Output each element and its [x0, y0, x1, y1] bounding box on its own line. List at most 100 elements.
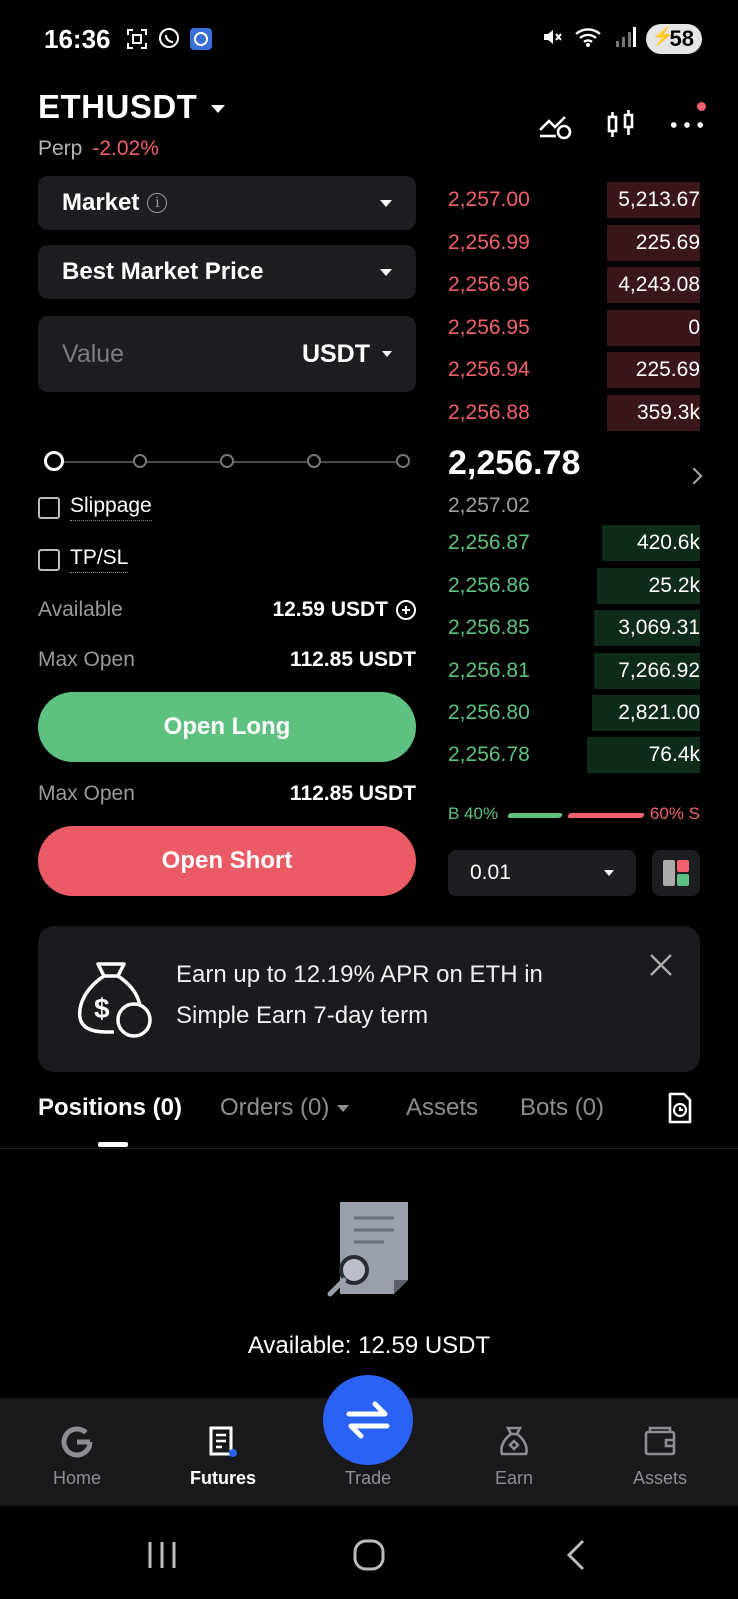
buy-ratio: B 40%	[448, 804, 499, 823]
slider-handle[interactable]	[44, 451, 64, 471]
system-navigation-bar	[0, 1506, 738, 1599]
back-icon[interactable]	[566, 1538, 586, 1577]
close-icon[interactable]	[648, 952, 674, 978]
tab-bots[interactable]: Bots (0)	[520, 1094, 604, 1122]
promo-line-1: Earn up to 12.19% APR on ETH in	[176, 961, 543, 988]
nav-earn-label: Earn	[494, 1468, 534, 1488]
slider-step-75[interactable]	[307, 454, 321, 468]
futures-icon	[168, 1422, 278, 1462]
chevron-down-icon	[211, 105, 226, 113]
tab-orders[interactable]: Orders (0)	[220, 1094, 350, 1122]
tab-positions[interactable]: Positions (0)	[38, 1094, 182, 1122]
tab-assets[interactable]: Assets	[406, 1094, 478, 1122]
bid-row[interactable]: 2,256.85 3,069.31	[448, 610, 700, 646]
bid-row[interactable]: 2,256.78 76.4k	[448, 737, 700, 773]
ask-row[interactable]: 2,256.94 225.69	[448, 352, 700, 388]
price-alert-icon[interactable]	[538, 108, 572, 142]
screenshot-icon	[124, 26, 150, 52]
ask-price: 2,256.96	[448, 273, 530, 296]
mute-icon	[540, 25, 564, 54]
slider-step-25[interactable]	[133, 454, 147, 468]
nav-home[interactable]: Home	[22, 1422, 132, 1489]
status-time: 16:36	[44, 24, 111, 54]
recent-apps-icon[interactable]	[146, 1540, 178, 1575]
svg-text:$: $	[94, 993, 110, 1024]
bid-qty: 3,069.31	[618, 616, 700, 639]
tab-orders-label: Orders (0)	[220, 1094, 330, 1121]
ask-row[interactable]: 2,256.99 225.69	[448, 225, 700, 261]
slippage-option[interactable]: Slippage	[38, 494, 152, 521]
dropdown-arrow-icon	[382, 351, 392, 357]
order-type-select[interactable]: Market i	[38, 176, 416, 230]
open-long-button[interactable]: Open Long	[38, 692, 416, 762]
max-open-short-value: 112.85 USDT	[289, 782, 416, 805]
open-short-button[interactable]: Open Short	[38, 826, 416, 896]
ask-qty: 4,243.08	[618, 273, 700, 296]
home-button-icon[interactable]	[352, 1538, 386, 1577]
max-open-short-row: Max Open 112.85 USDT	[38, 782, 416, 806]
sell-ratio: 60% S	[649, 804, 700, 823]
add-funds-icon[interactable]	[396, 600, 416, 620]
order-type-label: Market	[62, 189, 140, 216]
amount-slider[interactable]	[44, 451, 412, 472]
unit-select[interactable]: USDT	[302, 340, 392, 369]
pair-subtitle: Perp -2.02%	[38, 137, 159, 161]
bid-price: 2,256.80	[448, 701, 530, 724]
ask-row[interactable]: 2,257.00 5,213.67	[448, 182, 700, 218]
dropdown-arrow-icon	[380, 268, 392, 276]
buy-sell-ratio: B 40% 60% S	[448, 804, 700, 826]
precision-select[interactable]: 0.01	[448, 850, 636, 896]
slippage-checkbox[interactable]	[38, 496, 60, 519]
status-notification-icons	[124, 26, 214, 52]
nav-assets[interactable]: Assets	[605, 1422, 715, 1489]
bid-row[interactable]: 2,256.87 420.6k	[448, 525, 700, 561]
viber-icon	[156, 26, 182, 52]
tpsl-option[interactable]: TP/SL	[38, 546, 129, 573]
value-input[interactable]: Value USDT	[38, 316, 416, 392]
value-placeholder: Value	[62, 339, 125, 368]
signal-icon	[614, 25, 636, 54]
bid-row[interactable]: 2,256.81 7,266.92	[448, 653, 700, 689]
bid-price: 2,256.81	[448, 659, 530, 682]
nav-earn[interactable]: Earn	[459, 1422, 569, 1489]
tpsl-checkbox[interactable]	[38, 548, 60, 571]
max-open-long-row: Max Open 112.85 USDT	[38, 648, 416, 672]
more-options-icon[interactable]	[670, 102, 706, 142]
ask-qty: 359.3k	[636, 401, 700, 424]
mark-price: 2,257.02	[448, 494, 530, 517]
trade-button[interactable]	[323, 1375, 413, 1465]
price-change: -2.02%	[92, 137, 159, 160]
bid-row[interactable]: 2,256.86 25.2k	[448, 568, 700, 604]
info-icon[interactable]: i	[147, 193, 168, 213]
slider-step-100[interactable]	[396, 454, 410, 468]
candlestick-chart-icon[interactable]	[604, 108, 638, 142]
nav-assets-label: Assets	[632, 1468, 688, 1488]
ask-row[interactable]: 2,256.88 359.3k	[448, 395, 700, 431]
bid-qty: 420.6k	[636, 531, 700, 554]
history-icon[interactable]	[666, 1092, 694, 1131]
slider-step-50[interactable]	[220, 454, 234, 468]
bid-qty: 25.2k	[648, 574, 700, 597]
ask-row[interactable]: 2,256.95 0	[448, 310, 700, 346]
contract-type: Perp	[38, 137, 83, 160]
orderbook-layout-button[interactable]	[652, 850, 700, 896]
app-notification-icon	[188, 26, 214, 52]
header-actions	[538, 102, 706, 142]
promo-text: Earn up to 12.19% APR on ETH in Simple E…	[176, 954, 543, 1036]
wallet-icon	[605, 1422, 715, 1462]
last-price[interactable]: 2,256.78	[448, 444, 580, 483]
buy-ratio-bar	[507, 813, 563, 818]
promo-banner[interactable]: $ Earn up to 12.19% APR on ETH in Simple…	[38, 926, 700, 1072]
chevron-right-icon[interactable]	[685, 467, 703, 485]
bid-row[interactable]: 2,256.80 2,821.00	[448, 695, 700, 731]
slippage-label: Slippage	[70, 494, 152, 521]
price-mode-select[interactable]: Best Market Price	[38, 245, 416, 299]
nav-futures[interactable]: Futures	[168, 1422, 278, 1489]
ask-qty: 225.69	[635, 358, 700, 381]
price-mode-label: Best Market Price	[62, 258, 264, 285]
money-bag-icon: $	[72, 956, 156, 1045]
ask-row[interactable]: 2,256.96 4,243.08	[448, 267, 700, 303]
pair-selector[interactable]: ETHUSDT	[38, 88, 226, 126]
max-open-label: Max Open	[38, 782, 135, 805]
ask-price: 2,257.00	[448, 188, 530, 211]
